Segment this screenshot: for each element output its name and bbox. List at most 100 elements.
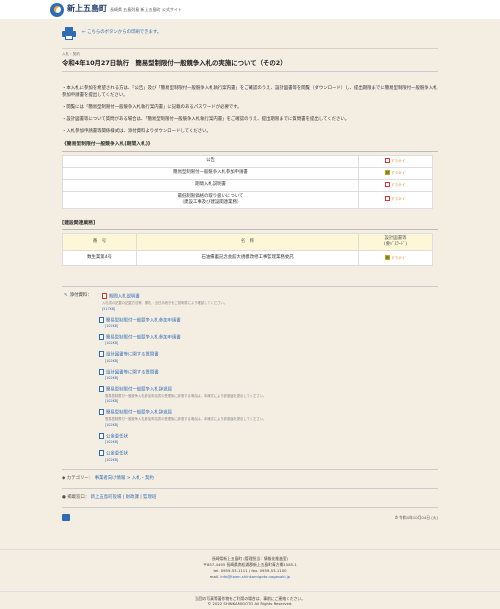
word-file-icon: [99, 316, 104, 323]
attachment-item: 簡易型制限付一般競争入札辞退届 簡易型制限付一般競争入札参加申請書の受理後に辞退…: [99, 386, 438, 405]
attachment-item: 簡易型制限付一般競争入札辞退届 簡易型制限付一般競争入札参加申請書の受理後に辞退…: [99, 409, 438, 428]
download-link[interactable]: ﾀﾞｳﾝﾛｰﾄﾞ: [392, 197, 406, 201]
row-label: 最低制限価格の取り扱いについて （建設工事及び建設関連業務）: [62, 190, 359, 209]
site-name[interactable]: 新上五島町: [67, 4, 107, 15]
attachments-label: ✎ 添付資料：: [64, 293, 92, 299]
word-file-icon: [99, 368, 104, 375]
category-link-business[interactable]: 事業者向け情報: [95, 476, 126, 481]
word-file-icon: [99, 432, 104, 439]
download-link[interactable]: ﾀﾞｳﾝﾛｰﾄﾞ: [392, 183, 406, 187]
footer-mail-label: mail.: [209, 573, 221, 579]
table-row: 最低制限価格の取り扱いについて （建設工事及び建設関連業務） ﾀﾞｳﾝﾛｰﾄﾞ: [62, 190, 433, 209]
person-icon: ●: [62, 495, 66, 501]
row-label: 公告: [62, 154, 359, 168]
pdf-icon: [384, 196, 390, 202]
attachment-link[interactable]: 公金委任状: [106, 434, 128, 439]
document-icon: [384, 254, 390, 260]
attachment-size: [102KB]: [105, 341, 119, 346]
page-title: 令和4年10月27日執行 簡易型制限付一般競争入札の実施について（その2）: [62, 59, 438, 73]
attachment-item: 公金委任状 [102KB]: [99, 432, 438, 446]
updated-date-text: 令和4年10月04日 (火): [398, 515, 438, 521]
attachment-size: [517KB]: [102, 306, 116, 311]
main-content: ← こちらのボタンからの印刷できます。 入札・契約 令和4年10月27日執行 簡…: [62, 23, 438, 522]
print-note: ← こちらのボタンからの印刷できます。: [82, 30, 162, 36]
attachment-item: 簡易型制限付一般競争入札参加申請書 [102KB]: [99, 333, 438, 347]
attachment-link[interactable]: 設計図書等に関する質問書: [106, 370, 159, 375]
attachment-link[interactable]: 公金委任状: [106, 452, 128, 457]
row-label: 期間入札説明書: [62, 178, 359, 192]
contact-link-office[interactable]: 新上五島町役場: [91, 495, 122, 500]
document-icon: [384, 169, 390, 175]
download-link[interactable]: ﾀﾞｳﾝﾛｰﾄﾞ: [392, 159, 406, 163]
col-header-name: 名 称: [136, 233, 359, 252]
copyright-bar: 当団の写真等著作物をご利用の場合は、事前にご連絡ください。 © 2022 SHI…: [0, 591, 500, 609]
col-header-docs: 設計図書等 (要ﾊﾟｽﾜｰﾄﾞ): [358, 233, 433, 252]
download-cell[interactable]: ﾀﾞｳﾝﾛｰﾄﾞ: [358, 190, 433, 209]
town-logo-icon[interactable]: [50, 2, 64, 17]
attachment-item: 簡易型制限付一般競争入札参加申請書 [102KB]: [99, 316, 438, 330]
attachments-label-text: 添付資料：: [69, 293, 92, 299]
attachment-item: 設計図書等に関する質問書 [102KB]: [99, 368, 438, 382]
attachment-item: 公金委任状 [102KB]: [99, 450, 438, 463]
download-cell[interactable]: ﾀﾞｳﾝﾛｰﾄﾞ: [358, 166, 433, 180]
footer-mail-row: mail. info@town.shinkamigoto.nagasaki.jp: [0, 574, 500, 580]
attachment-size: [102KB]: [105, 376, 119, 381]
attachment-note: 入札書の記載の記載方法等、開札・当日手続きをご説明書により確認してください。: [102, 300, 228, 305]
download-cell[interactable]: ﾀﾞｳﾝﾛｰﾄﾞ: [358, 250, 433, 267]
download-cell[interactable]: ﾀﾞｳﾝﾛｰﾄﾞ: [358, 178, 433, 192]
section1-heading: 《簡易型制限付一般競争入札(期間入札)》: [62, 142, 438, 152]
updated-date: ⏱ 令和4年10月04日 (火): [394, 515, 438, 521]
category-row-label: カテゴリー：: [66, 476, 94, 482]
attachment-size: [102KB]: [105, 457, 119, 462]
forms-paragraph: ・入札参加申請書等関係様式は、添付資料よりダウンロードしてください。: [62, 128, 211, 134]
attachment-size: [102KB]: [105, 358, 119, 363]
table-header-row: 番 号 名 称 設計図書等 (要ﾊﾟｽﾜｰﾄﾞ): [62, 233, 433, 252]
pdf-file-icon: [102, 293, 107, 300]
table-row: 簡易型制限付一般競争入札参加申請書 ﾀﾞｳﾝﾛｰﾄﾞ: [62, 166, 433, 180]
attachment-link[interactable]: 簡易型制限付一般競争入札辞退届: [106, 388, 172, 393]
print-icon[interactable]: [62, 514, 70, 522]
attachment-note: 簡易型制限付一般競争入札参加申請書の受理後に辞退する場合は、本様式により辞退届を…: [105, 393, 267, 398]
row-label: 簡易型制限付一般競争入札参加申請書: [62, 166, 359, 180]
bid-documents-table: 公告 ﾀﾞｳﾝﾛｰﾄﾞ 簡易型制限付一般競争入札参加申請書 ﾀﾞｳﾝﾛｰﾄﾞ 期…: [62, 154, 433, 209]
contact-row: ● 掲載窓口： 新上五島町役場 | 財政課 | 監理班: [62, 488, 438, 501]
table-row: 期間入札説明書 ﾀﾞｳﾝﾛｰﾄﾞ: [62, 178, 433, 192]
table-row: 公告 ﾀﾞｳﾝﾛｰﾄﾞ: [62, 154, 433, 168]
attachment-link[interactable]: 設計図書等に関する質問書: [106, 353, 159, 358]
password-paragraph: ・閲覧には「簡易型制限付一般競争入札執行案内書」に記載のあるパスワードが必要です…: [62, 105, 242, 111]
col-header-docs-line2: (要ﾊﾟｽﾜｰﾄﾞ): [383, 242, 408, 248]
section2-heading: [建設関連業務]: [62, 221, 438, 231]
attachment-size: [102KB]: [105, 324, 119, 329]
word-file-icon: [99, 333, 104, 340]
word-file-icon: [99, 351, 104, 358]
contact-link-finance[interactable]: 財政課: [126, 495, 139, 500]
attachment-link[interactable]: 簡易型制限付一般競争入札参加申請書: [106, 318, 181, 323]
attachment-item: 期間入札説明書 入札書の記載の記載方法等、開札・当日手続きをご説明書により確認し…: [102, 293, 438, 312]
download-link[interactable]: ﾀﾞｳﾝﾛｰﾄﾞ: [392, 171, 406, 175]
attachment-link[interactable]: 期間入札説明書: [109, 295, 140, 300]
intro-paragraph: ・本入札に参加を希望される方は、「公告」及び「簡易型制限付一般競争入札執行案内書…: [62, 86, 438, 99]
contact-link-supervision[interactable]: 監理班: [143, 495, 156, 500]
footer-mail-link[interactable]: info@town.shinkamigoto.nagasaki.jp: [220, 574, 290, 579]
attachment-size: [102KB]: [105, 422, 119, 427]
col-header-number: 番 号: [62, 233, 137, 252]
word-file-icon: [99, 386, 104, 393]
question-paragraph: ・設計図書等について質問がある場合は、「簡易型制限付一般競争入札執行案内書」をご…: [62, 116, 350, 122]
attachment-note: 簡易型制限付一般競争入札参加申請書の受理後に辞退する場合は、本様式により辞退届を…: [105, 416, 267, 421]
printer-icon[interactable]: [62, 26, 76, 40]
attachment-link[interactable]: 簡易型制限付一般競争入札辞退届: [106, 411, 172, 416]
download-cell[interactable]: ﾀﾞｳﾝﾛｰﾄﾞ: [358, 154, 433, 168]
table-row: 数生業第4号 石油備蓄記念会館大規模改修工事監理業務委託 ﾀﾞｳﾝﾛｰﾄﾞ: [62, 250, 433, 267]
pdf-icon: [384, 181, 390, 187]
row-label-line2: （建設工事及び建設関連業務）: [179, 199, 242, 205]
print-row: ← こちらのボタンからの印刷できます。: [62, 23, 438, 43]
word-file-icon: [99, 450, 104, 457]
category-row: ◆ カテゴリー： 事業者向け情報 > 入札・契約: [62, 469, 438, 482]
download-link[interactable]: ﾀﾞｳﾝﾛｰﾄﾞ: [392, 256, 406, 260]
category-link-bidding[interactable]: 入札・契約: [132, 476, 154, 481]
attachment-link[interactable]: 簡易型制限付一般競争入札参加申請書: [106, 335, 181, 340]
attachment-size: [102KB]: [105, 440, 119, 445]
pdf-icon: [384, 157, 390, 163]
site-footer: 長崎県新上五島町 (管理担当：情報化推進室) 〒857-4495 長崎県南松浦郡…: [0, 549, 500, 585]
col-header-docs-line1: 設計図書等: [384, 236, 407, 242]
